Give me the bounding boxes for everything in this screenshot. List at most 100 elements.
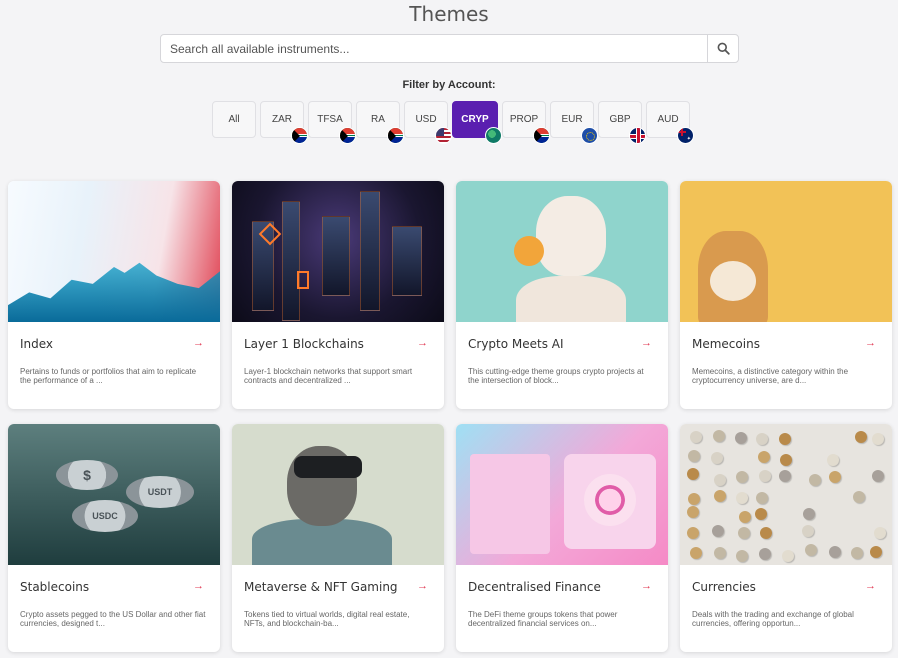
coin-decoration (714, 473, 727, 486)
theme-image (456, 424, 668, 565)
coin-decoration (686, 468, 699, 481)
theme-title: Currencies (692, 580, 756, 594)
coin-decoration (690, 430, 703, 443)
theme-card-metaverse[interactable]: Metaverse & NFT Gaming → Tokens tied to … (232, 424, 444, 652)
chip-label: All (228, 114, 240, 125)
coin-decoration (713, 430, 726, 443)
coin-decoration (735, 470, 748, 483)
coin-decoration (735, 431, 748, 444)
coin-decoration (802, 507, 815, 520)
theme-description: Deals with the trading and exchange of g… (692, 610, 854, 628)
account-chip-usd[interactable]: USD (404, 101, 452, 144)
coin-decoration (686, 527, 699, 540)
search-bar (160, 34, 739, 63)
theme-card-currencies[interactable]: Currencies → Deals with the trading and … (680, 424, 892, 652)
theme-title: Stablecoins (20, 580, 90, 594)
account-chip-tfsa[interactable]: TFSA (308, 101, 356, 144)
theme-description: Memecoins, a distinctive category within… (692, 367, 849, 385)
coin-decoration (755, 432, 768, 445)
search-input[interactable] (161, 35, 707, 62)
coin-decoration (779, 433, 792, 446)
theme-title: Decentralised Finance (468, 580, 601, 594)
theme-description: Layer-1 blockchain networks that support… (244, 367, 413, 385)
theme-card-crypto-ai[interactable]: Crypto Meets AI → This cutting-edge them… (456, 181, 668, 409)
coin-decoration (690, 546, 703, 559)
coin-decoration (735, 549, 748, 562)
theme-title: Crypto Meets AI (468, 337, 564, 351)
account-chip-eur[interactable]: EUR (550, 101, 598, 144)
arrow-right-icon[interactable]: → (417, 580, 428, 592)
coin-decoration (782, 549, 795, 562)
theme-card-layer1[interactable]: Layer 1 Blockchains → Layer-1 blockchain… (232, 181, 444, 409)
globe-icon (485, 127, 502, 144)
arrow-right-icon[interactable]: → (865, 337, 876, 349)
theme-description: Pertains to funds or portfolios that aim… (20, 367, 197, 385)
theme-card-stablecoins[interactable]: $ USDT USDC Stablecoins → Crypto assets … (8, 424, 220, 652)
za-flag-icon (533, 127, 550, 144)
account-chip-zar[interactable]: ZAR (260, 101, 308, 144)
theme-title: Metaverse & NFT Gaming (244, 580, 398, 594)
chip-label: PROP (509, 114, 539, 125)
au-flag-icon (677, 127, 694, 144)
arrow-right-icon[interactable]: → (193, 337, 204, 349)
themes-grid: Index → Pertains to funds or portfolios … (8, 181, 892, 652)
theme-image (680, 424, 892, 565)
coin-decoration (758, 548, 771, 561)
theme-image (680, 181, 892, 322)
coin-decoration (756, 491, 768, 504)
arrow-right-icon[interactable]: → (865, 580, 876, 592)
coin-decoration (829, 546, 842, 559)
account-chip-gbp[interactable]: GBP (598, 101, 646, 144)
coin-decoration (808, 473, 821, 486)
coin-decoration (758, 469, 771, 482)
za-flag-icon (339, 127, 356, 144)
coin-decoration (738, 511, 751, 524)
chip-label: USD (415, 114, 437, 125)
chip-label: RA (371, 114, 385, 125)
chip-label: TFSA (317, 114, 343, 125)
account-chip-all[interactable]: All (212, 101, 256, 138)
theme-description: Crypto assets pegged to the US Dollar an… (20, 610, 206, 628)
theme-card-defi[interactable]: Decentralised Finance → The DeFi theme g… (456, 424, 668, 652)
coin-decoration (873, 527, 886, 540)
theme-card-index[interactable]: Index → Pertains to funds or portfolios … (8, 181, 220, 409)
theme-title: Layer 1 Blockchains (244, 337, 364, 351)
account-filter: All ZAR TFSA RA USD CRYP PROP EUR GBP AU… (212, 101, 694, 144)
coin-decoration (735, 492, 748, 505)
coin-decoration (829, 471, 842, 484)
account-chip-prop[interactable]: PROP (502, 101, 550, 144)
chip-label: CRYP (461, 114, 489, 125)
coin-decoration (871, 432, 884, 445)
account-chip-aud[interactable]: AUD (646, 101, 694, 144)
coin-decoration (852, 490, 865, 503)
usdc-coin: USDC (72, 500, 138, 532)
theme-image (456, 181, 668, 322)
gb-flag-icon (629, 127, 646, 144)
chip-label: GBP (609, 114, 631, 125)
coin-decoration (710, 452, 723, 465)
coin-decoration (870, 546, 883, 559)
account-chip-cryp[interactable]: CRYP (452, 101, 502, 144)
coin-decoration (827, 453, 840, 466)
coin-decoration (737, 527, 750, 540)
usd-coin: $ (56, 460, 118, 490)
arrow-right-icon[interactable]: → (417, 337, 428, 349)
coin-decoration (779, 454, 792, 467)
theme-card-memecoins[interactable]: Memecoins → Memecoins, a distinctive cat… (680, 181, 892, 409)
coin-decoration (688, 492, 701, 505)
theme-image (232, 424, 444, 565)
search-icon (717, 42, 730, 55)
arrow-right-icon[interactable]: → (641, 580, 652, 592)
search-button[interactable] (707, 35, 738, 62)
coin-decoration (871, 470, 884, 483)
theme-description: The DeFi theme groups tokens that power … (468, 610, 618, 628)
account-chip-ra[interactable]: RA (356, 101, 404, 144)
chip-label: ZAR (272, 114, 292, 125)
arrow-right-icon[interactable]: → (193, 580, 204, 592)
coin-decoration (713, 489, 726, 502)
coin-decoration (714, 546, 727, 559)
coin-decoration (687, 506, 700, 519)
arrow-right-icon[interactable]: → (641, 337, 652, 349)
theme-image (232, 181, 444, 322)
chip-label: AUD (657, 114, 679, 125)
